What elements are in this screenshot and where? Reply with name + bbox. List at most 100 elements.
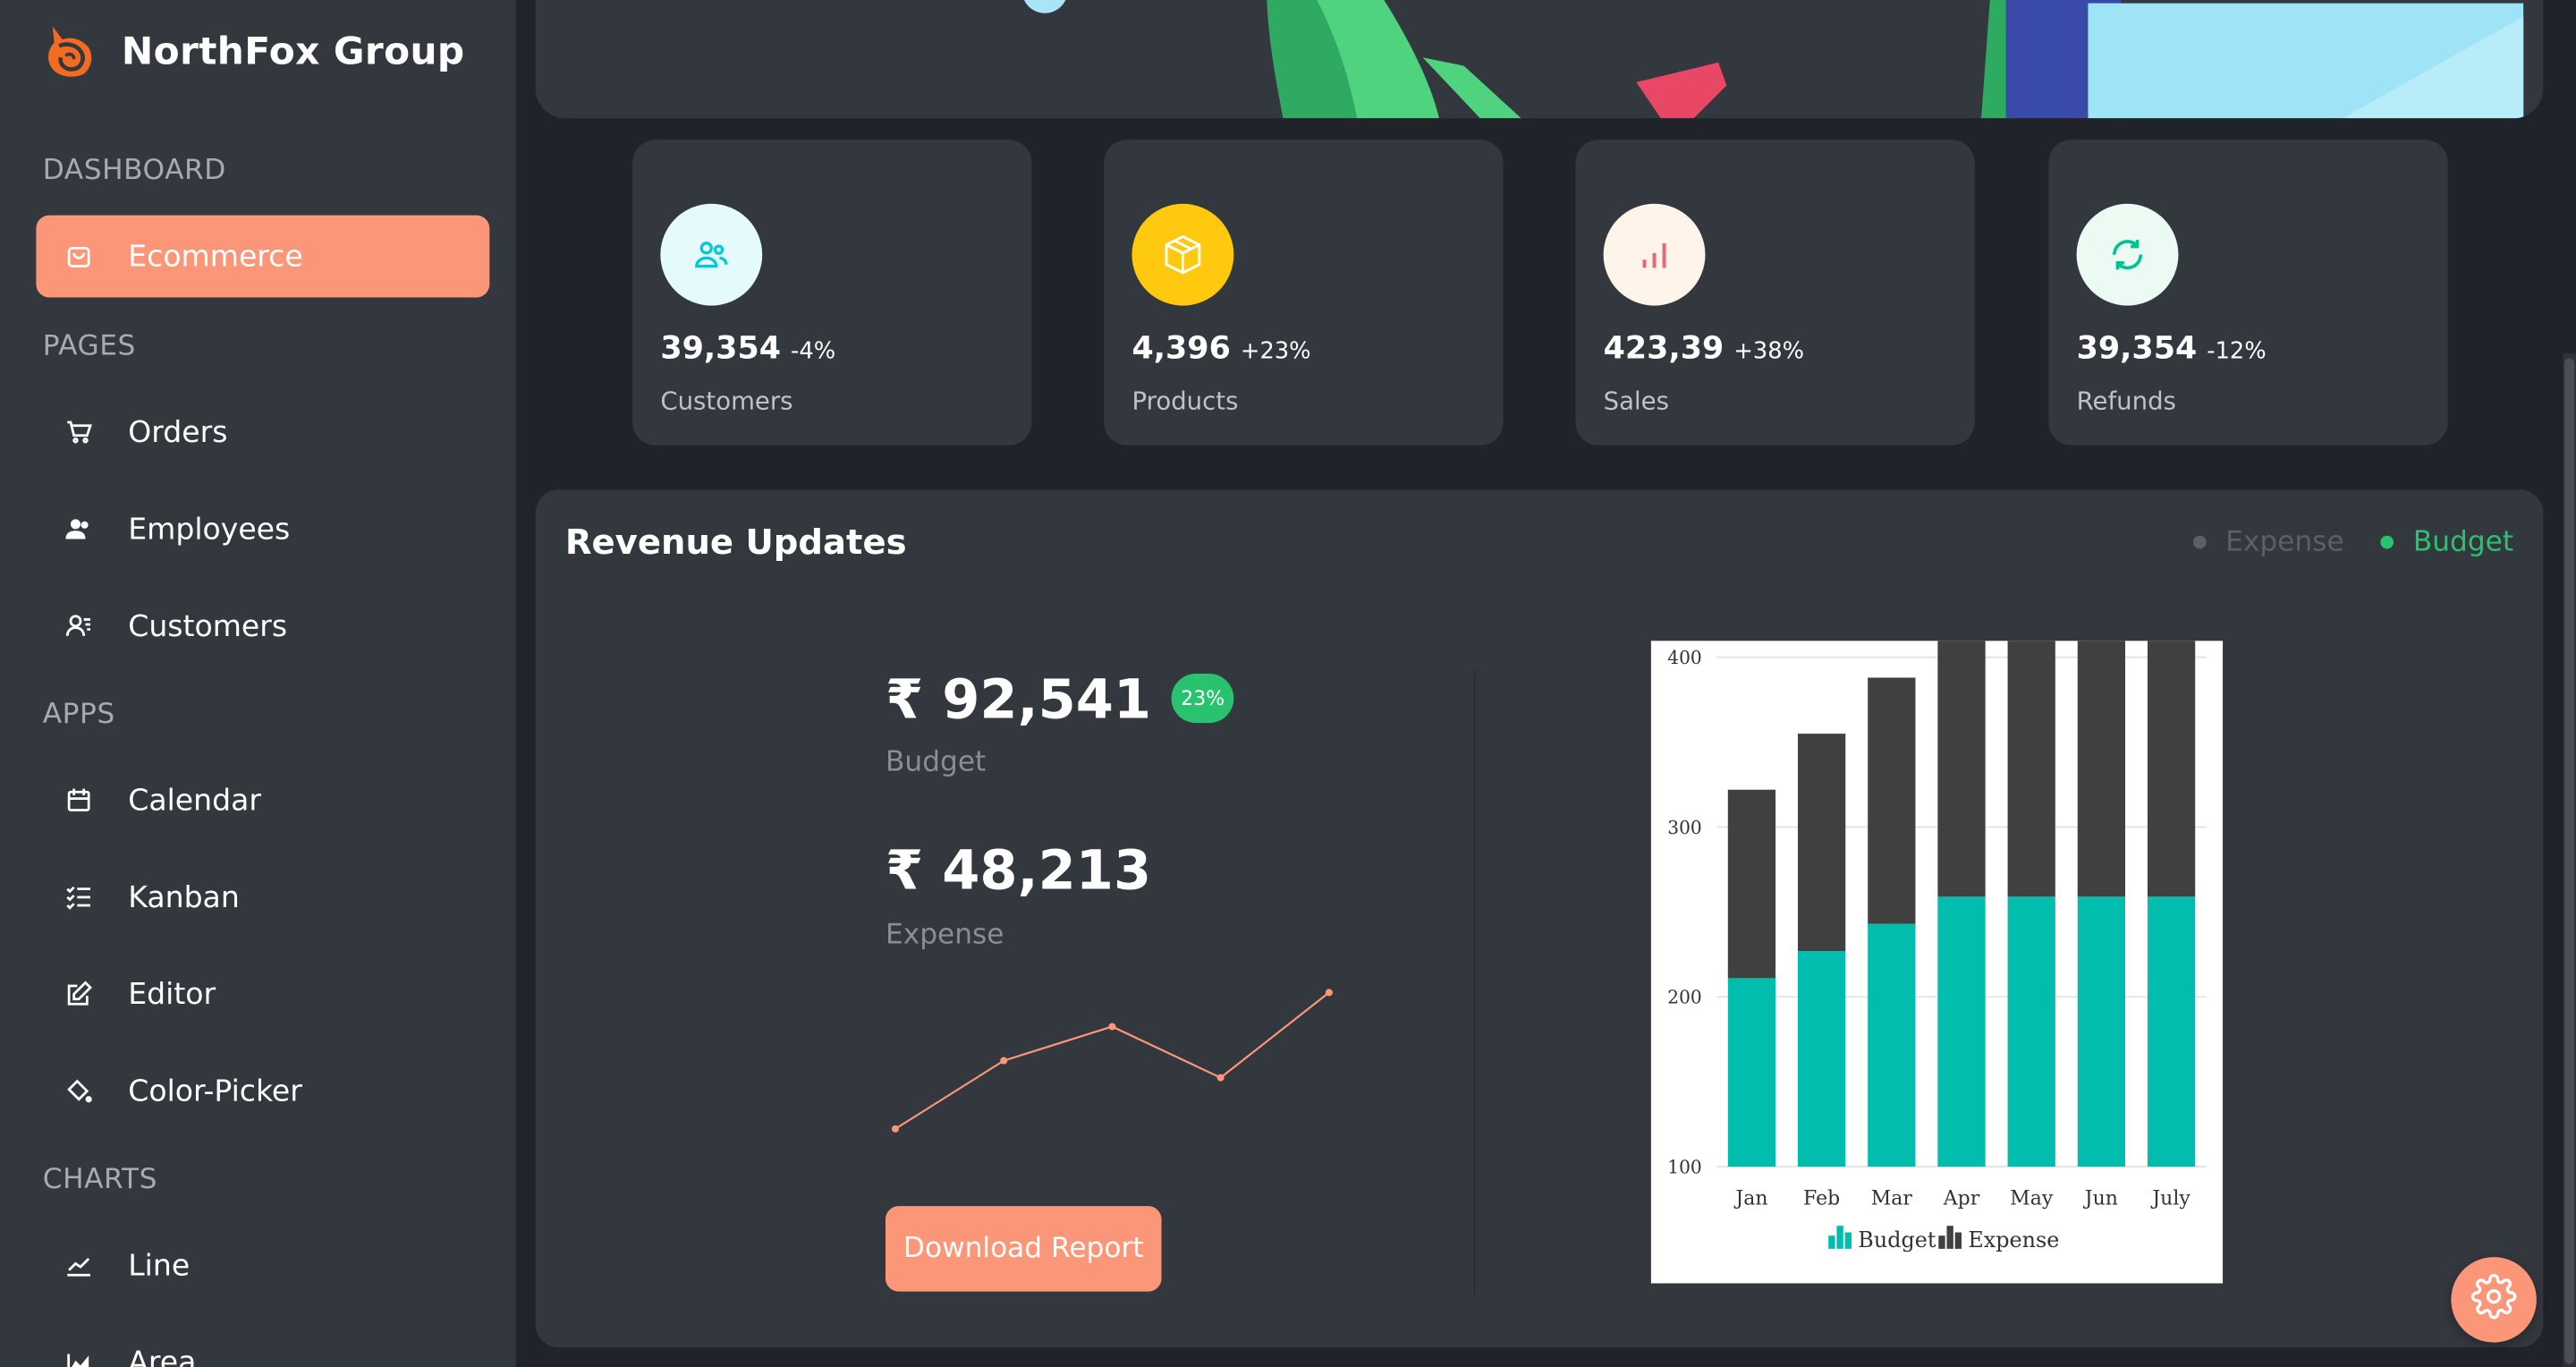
stat-label: Products	[1131, 386, 1239, 416]
sidebar-item-employees[interactable]: Employees	[36, 488, 489, 570]
stat-label: Customers	[660, 386, 793, 416]
stat-card-customers: 39,354 -4% Customers	[632, 140, 1032, 446]
sparkline-point	[891, 1125, 900, 1133]
legend-label: Budget	[1858, 1227, 1936, 1252]
stat-value: 423,39 +38%	[1603, 330, 1805, 367]
legend-expense[interactable]: Expense	[2192, 525, 2344, 559]
x-tick-label: May	[2010, 1187, 2054, 1210]
sidebar-item-kanban[interactable]: Kanban	[36, 856, 489, 938]
bar-budget[interactable]	[2147, 896, 2196, 1167]
x-tick-label: Mar	[1871, 1187, 1913, 1210]
sidebar-item-customers[interactable]: Customers	[36, 585, 489, 667]
brand[interactable]: NorthFox Group	[43, 20, 465, 85]
sidebar-item-calendar[interactable]: Calendar	[36, 760, 489, 842]
section-apps: APPS	[42, 698, 115, 732]
sidebar-item-orders[interactable]: Orders	[36, 391, 489, 473]
users-icon[interactable]	[660, 203, 763, 306]
stat-card-refunds: 39,354 -12% Refunds	[2048, 140, 2448, 446]
section-pages: PAGES	[42, 330, 136, 363]
legend-item-expense[interactable]: Expense	[1938, 1226, 2059, 1252]
bar-expense[interactable]	[2077, 623, 2126, 897]
x-tick-label: Apr	[1943, 1187, 1980, 1210]
legend-dot	[2192, 535, 2207, 549]
sparkline-point	[1108, 1023, 1116, 1031]
stat-change: +38%	[1733, 338, 1805, 365]
hero-illustration	[535, 0, 2544, 119]
bar-expense[interactable]	[1937, 623, 1986, 897]
budget-badge: 23%	[1171, 673, 1235, 723]
sidebar-item-label: Customers	[128, 608, 288, 644]
sidebar-item-label: Calendar	[128, 783, 261, 818]
sidebar-item-label: Line	[128, 1247, 191, 1283]
section-dashboard: DASHBOARD	[42, 154, 226, 188]
legend: Expense Budget	[2192, 525, 2513, 559]
section-charts: CHARTS	[42, 1163, 158, 1197]
main-content: 39,354 -4% Customers 4,396 +23% Products 4…	[516, 0, 2576, 1367]
bar-budget[interactable]	[1727, 978, 1776, 1167]
stat-value: 39,354 -12%	[2076, 330, 2267, 367]
legend-label: Expense	[1968, 1227, 2059, 1252]
user-list-icon	[63, 609, 96, 642]
bar-budget[interactable]	[1798, 951, 1846, 1167]
y-tick-label: 300	[1667, 817, 1702, 838]
sidebar-item-line[interactable]: Line	[36, 1224, 489, 1306]
sidebar-item-label: Kanban	[128, 879, 240, 915]
cart-icon	[63, 416, 96, 449]
bar-budget[interactable]	[1937, 896, 1986, 1167]
box-icon[interactable]	[1131, 203, 1234, 306]
area-chart-icon	[63, 1346, 96, 1367]
sparkline	[891, 989, 1333, 1133]
bar-expense[interactable]	[1798, 734, 1846, 952]
bar-chart-icon[interactable]	[1603, 203, 1706, 306]
x-tick-label: Jan	[1733, 1187, 1767, 1210]
bar-expense[interactable]	[2147, 623, 2196, 897]
sidebar-item-color-picker[interactable]: Color-Picker	[36, 1050, 489, 1133]
legend-item-budget[interactable]: Budget	[1828, 1226, 1936, 1252]
panel-title: Revenue Updates	[564, 522, 907, 563]
stat-change: -12%	[2207, 338, 2267, 365]
y-tick-label: 400	[1667, 647, 1702, 668]
settings-button[interactable]	[2451, 1257, 2537, 1343]
bar-budget[interactable]	[2077, 896, 2126, 1167]
fox-logo-icon	[43, 20, 98, 85]
shopping-bag-icon	[63, 240, 96, 273]
budget-value: ₹ 92,541 23%	[886, 667, 1235, 731]
bar-budget[interactable]	[1868, 923, 1916, 1167]
sidebar-item-label: Ecommerce	[128, 239, 303, 274]
legend-dot	[2380, 535, 2394, 549]
refresh-icon[interactable]	[2076, 203, 2179, 306]
expense-value: ₹ 48,213	[885, 837, 1152, 903]
revenue-panel: Revenue Updates Expense Budget ₹ 92,541 2…	[535, 489, 2544, 1348]
y-tick-label: 100	[1667, 1156, 1702, 1177]
bar-expense[interactable]	[1727, 789, 1776, 979]
download-report-button[interactable]: Download Report	[885, 1206, 1162, 1292]
sparkline-point	[1325, 989, 1333, 997]
users-icon	[63, 513, 96, 546]
expense-label: Expense	[885, 918, 1004, 952]
stat-value: 4,396 +23%	[1131, 330, 1311, 367]
legend-budget[interactable]: Budget	[2380, 526, 2513, 558]
stat-card-products: 4,396 +23% Products	[1104, 140, 1504, 446]
sidebar-item-editor[interactable]: Editor	[36, 953, 489, 1035]
stat-change: +23%	[1240, 338, 1311, 365]
stat-value: 39,354 -4%	[660, 330, 836, 367]
sparkline-point	[1000, 1057, 1008, 1065]
divider	[1473, 670, 1476, 1295]
stat-label: Refunds	[2076, 386, 2176, 416]
stat-change: -4%	[791, 338, 836, 365]
stat-label: Sales	[1603, 386, 1669, 416]
sidebar-item-area[interactable]: Area	[36, 1321, 489, 1367]
checklist-icon	[63, 880, 96, 913]
legend-label: Expense	[2225, 525, 2344, 559]
x-tick-label: Feb	[1803, 1187, 1840, 1210]
edit-icon	[63, 978, 96, 1011]
brand-name: NorthFox Group	[121, 30, 465, 74]
sidebar-item-ecommerce[interactable]: Ecommerce	[36, 215, 490, 298]
bar-expense[interactable]	[2007, 623, 2055, 897]
scrollbar-thumb[interactable]	[2564, 358, 2575, 1364]
bar-budget[interactable]	[2007, 896, 2055, 1167]
sidebar-item-label: Editor	[128, 976, 216, 1012]
sidebar-item-label: Area	[128, 1345, 197, 1367]
x-tick-label: July	[2150, 1187, 2190, 1210]
bar-expense[interactable]	[1868, 677, 1916, 924]
